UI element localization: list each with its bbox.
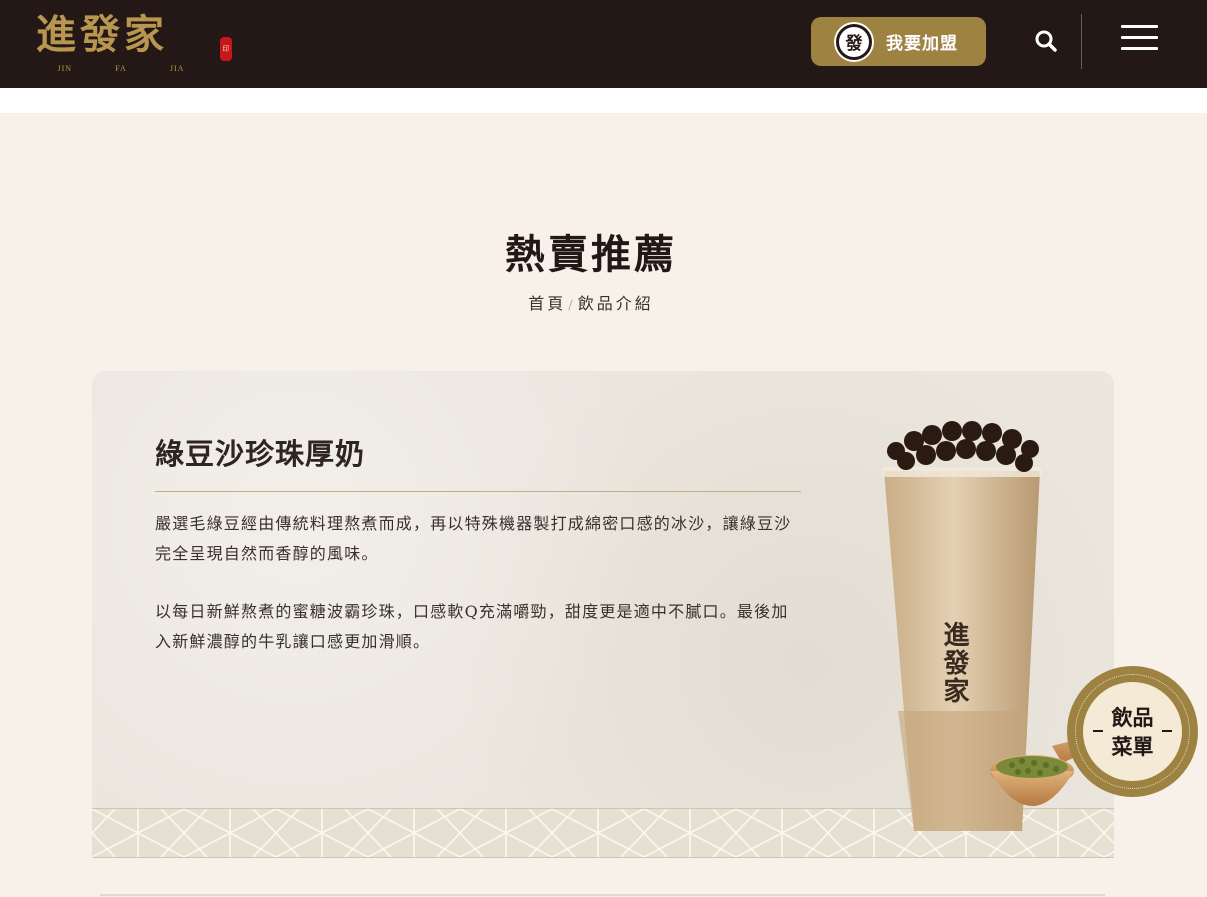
product-description-2: 以每日新鮮熬煮的蜜糖波霸珍珠，口感軟Q充滿嚼勁，甜度更是適中不膩口。最後加入新鮮…: [155, 602, 789, 651]
breadcrumb-separator: /: [568, 298, 576, 313]
search-icon: [1035, 30, 1057, 52]
brand-logo[interactable]: 進發家 JIN FA JIA 印: [36, 10, 236, 78]
site-header: 進發家 JIN FA JIA 印 發 我要加盟: [0, 0, 1207, 88]
hamburger-menu-icon-bar-1: [1121, 25, 1158, 28]
product-name-underline: [155, 491, 801, 492]
brand-seal-icon: 印: [220, 37, 232, 61]
franchise-join-button[interactable]: 發 我要加盟: [811, 17, 986, 66]
brand-logo-text: 進發家: [36, 11, 168, 58]
cup-brand-text: 進發家: [939, 621, 970, 705]
brand-logo-romanization: JIN FA JIA: [36, 64, 206, 73]
franchise-join-label: 我要加盟: [886, 34, 958, 54]
search-button[interactable]: [1032, 27, 1060, 55]
breadcrumb-current-link[interactable]: 飲品介紹: [578, 294, 654, 313]
product-name: 綠豆沙珍珠厚奶: [155, 437, 366, 471]
hamburger-menu-icon-bar-3: [1121, 47, 1158, 50]
page-title: 熱賣推薦: [505, 231, 677, 278]
fa-emblem-icon: 發: [836, 23, 872, 60]
hamburger-menu-icon-bar-2: [1121, 36, 1158, 39]
logo-roman-2: FA: [115, 64, 127, 73]
breadcrumb: 首頁 / 飲品介紹: [0, 290, 1182, 314]
product-description-1: 嚴選毛綠豆經由傳統料理熬煮而成，再以特殊機器製打成綿密口感的冰沙，讓綠豆沙完全呈…: [155, 514, 792, 563]
product-card: 綠豆沙珍珠厚奶 嚴選毛綠豆經由傳統料理熬煮而成，再以特殊機器製打成綿密口感的冰沙…: [92, 371, 1114, 858]
header-divider: [1081, 14, 1082, 69]
next-section-divider: [100, 894, 1105, 896]
logo-roman-3: JIA: [169, 64, 185, 73]
logo-roman-1: JIN: [57, 64, 73, 73]
breadcrumb-home-link[interactable]: 首頁: [528, 294, 566, 313]
badge-line-2: 菜單: [1111, 734, 1154, 759]
badge-line-1: 飲品: [1111, 705, 1154, 730]
product-drink-image: 進發家: [882, 421, 1114, 831]
drink-menu-badge[interactable]: 飲品 菜單: [1067, 666, 1198, 797]
hamburger-menu-button[interactable]: [1121, 25, 1158, 53]
header-spacer: [0, 88, 1207, 113]
badge-label: 飲品 菜單: [1067, 703, 1198, 761]
